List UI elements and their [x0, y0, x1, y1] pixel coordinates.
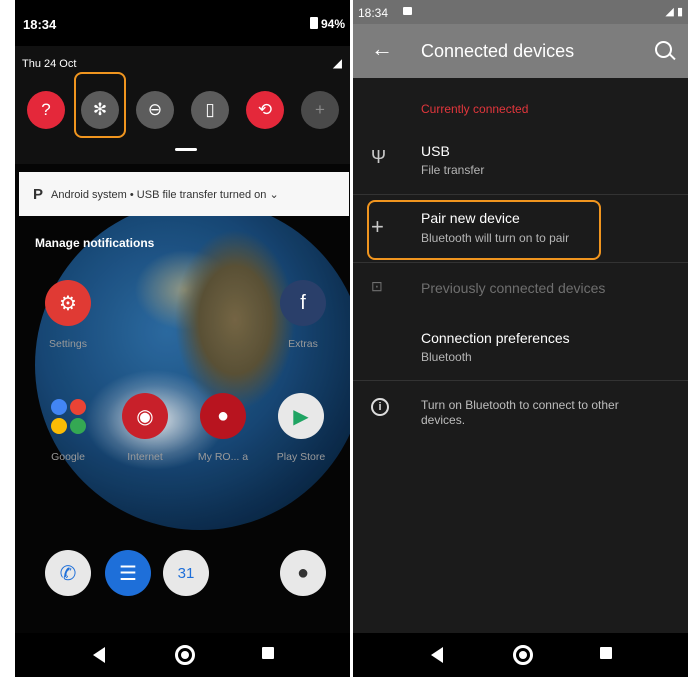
divider [353, 262, 688, 263]
back-arrow-icon[interactable]: ← [371, 36, 393, 62]
app-label-my-ro: My RO... a [197, 451, 249, 463]
devices-icon: ⊡ [371, 278, 383, 294]
right-phone-screen: 18:34 ◢ ▮ ← Connected devices Currently … [353, 0, 688, 677]
section-currently-connected: Currently connected [421, 102, 529, 116]
divider [353, 380, 688, 381]
camera-icon[interactable]: ● [280, 550, 326, 596]
do-not-disturb-icon[interactable]: ⊖ [136, 91, 174, 129]
bluetooth-info-text: Turn on Bluetooth to connect to other de… [421, 398, 619, 427]
nav-back-icon[interactable] [93, 647, 105, 663]
prefs-title: Connection preferences [421, 330, 570, 346]
divider [353, 194, 688, 195]
usb-row[interactable]: Ψ USB File transfer [353, 135, 688, 193]
app-label-extras: Extras [288, 338, 318, 350]
internet-browser-icon[interactable]: ◉ [122, 393, 168, 439]
extras-folder-icon[interactable]: f [280, 280, 326, 326]
auto-rotate-icon[interactable]: ⟲ [246, 91, 284, 129]
settings-gear-icon[interactable]: ⚙ [45, 280, 91, 326]
app-label-google: Google [51, 451, 85, 463]
android-system-icon: P [33, 185, 44, 203]
wifi-question-icon[interactable]: ? [27, 91, 65, 129]
notification-text: Android system • USB file transfer turne… [51, 188, 279, 201]
connection-preferences-row[interactable]: Connection preferences Bluetooth [353, 320, 688, 370]
my-ro-app-icon[interactable]: ● [200, 393, 246, 439]
usb-title: USB [421, 143, 450, 159]
nav-home-icon[interactable] [513, 645, 533, 665]
google-folder-icon[interactable] [45, 393, 91, 439]
battery-saver-icon[interactable]: + [301, 91, 339, 129]
app-label-settings: Settings [49, 338, 87, 350]
previously-connected-title: Previously connected devices [421, 280, 606, 296]
bluetooth-highlight-box [74, 72, 126, 138]
date-label: Thu 24 Oct [22, 58, 77, 70]
app-label-internet: Internet [127, 451, 163, 463]
battery-percent: 94% [320, 17, 345, 31]
nav-recents-icon[interactable] [600, 647, 612, 659]
messages-icon[interactable]: ☰ [105, 550, 151, 596]
info-icon: i [371, 398, 389, 416]
status-bar: 18:34 94% [15, 0, 350, 46]
signal-battery-icons: ◢ ▮ [665, 6, 683, 18]
phone-icon[interactable]: ✆ [45, 550, 91, 596]
navigation-bar [15, 633, 350, 677]
calendar-icon[interactable]: 31 [163, 550, 209, 596]
left-phone-screen: 18:34 94% Thu 24 Oct ◢ ? ✻ ⊖ ▯ ⟲ + P And… [15, 0, 350, 677]
prefs-subtitle: Bluetooth [421, 350, 472, 364]
image-notification-icon [403, 7, 412, 15]
nav-home-icon[interactable] [175, 645, 195, 665]
status-bar: 18:34 ◢ ▮ [353, 0, 688, 24]
flashlight-icon[interactable]: ▯ [191, 91, 229, 129]
app-bar: ← Connected devices [353, 24, 688, 78]
quick-settings-panel: Thu 24 Oct ◢ ? ✻ ⊖ ▯ ⟲ + [15, 46, 350, 164]
battery-icon [309, 17, 318, 29]
drag-handle[interactable] [175, 148, 197, 151]
status-time: 18:34 [358, 6, 389, 20]
app-label-play-store: Play Store [276, 451, 326, 463]
manage-notifications-button[interactable]: Manage notifications [35, 236, 154, 250]
nav-back-icon[interactable] [431, 647, 443, 663]
status-time: 18:34 [23, 17, 57, 32]
battery-indicator: 94% [309, 17, 345, 31]
nav-recents-icon[interactable] [262, 647, 274, 659]
pair-highlight-box [367, 200, 601, 260]
signal-icon: ◢ [332, 56, 342, 70]
usb-notification[interactable]: P Android system • USB file transfer tur… [19, 172, 349, 216]
search-icon[interactable] [655, 41, 672, 58]
previously-connected-row[interactable]: ⊡ Previously connected devices [353, 270, 688, 306]
navigation-bar [353, 633, 688, 677]
usb-subtitle: File transfer [421, 163, 485, 177]
play-store-icon[interactable]: ▶ [278, 393, 324, 439]
usb-icon: Ψ [371, 147, 387, 167]
page-title: Connected devices [421, 41, 575, 61]
